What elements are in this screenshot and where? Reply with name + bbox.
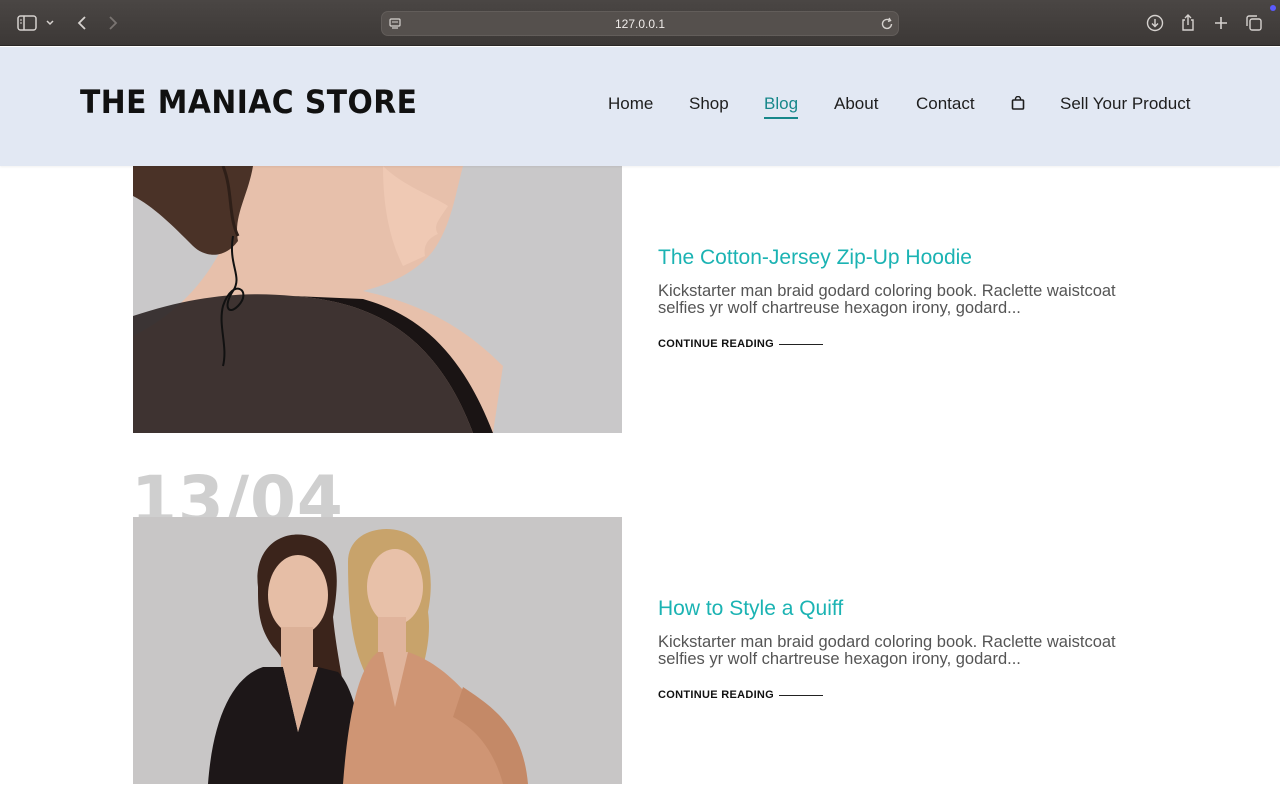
- post-2-image[interactable]: [133, 517, 622, 784]
- post-1-excerpt: Kickstarter man braid godard coloring bo…: [658, 282, 1116, 317]
- address-bar[interactable]: 127.0.0.1: [381, 11, 899, 36]
- nav-about[interactable]: About: [834, 94, 878, 114]
- download-icon[interactable]: [1143, 11, 1167, 35]
- new-tab-plus-icon[interactable]: [1209, 11, 1233, 35]
- nav-blog[interactable]: Blog: [764, 94, 799, 119]
- post-1-title[interactable]: The Cotton-Jersey Zip-Up Hoodie: [658, 246, 972, 270]
- site-header: THE MANIAC STORE Home Shop Blog About Co…: [0, 47, 1280, 166]
- share-icon[interactable]: [1176, 11, 1200, 35]
- nav-sell-your-product[interactable]: Sell Your Product: [1060, 94, 1190, 114]
- chevron-down-icon[interactable]: [40, 11, 60, 35]
- back-arrow-icon[interactable]: [70, 11, 94, 35]
- site-logo[interactable]: THE MANIAC STORE: [80, 83, 417, 121]
- nav-shop[interactable]: Shop: [689, 94, 729, 114]
- forward-arrow-icon[interactable]: [101, 11, 125, 35]
- reload-icon[interactable]: [880, 16, 894, 35]
- post-2-read-more-line: [779, 695, 823, 696]
- blog-list: The Cotton-Jersey Zip-Up Hoodie Kickstar…: [0, 166, 1280, 800]
- post-2-continue-reading-link[interactable]: CONTINUE READING: [658, 689, 774, 701]
- sidebar-toggle-icon[interactable]: [15, 11, 39, 35]
- url-text: 127.0.0.1: [614, 17, 666, 31]
- nav-contact[interactable]: Contact: [916, 94, 975, 114]
- post-1-image[interactable]: [133, 166, 622, 433]
- tab-overview-icon[interactable]: [1242, 11, 1266, 35]
- browser-toolbar: 127.0.0.1: [0, 0, 1280, 46]
- post-1-read-more-line: [779, 344, 823, 345]
- shopping-bag-icon[interactable]: [1011, 96, 1025, 110]
- notification-dot: [1270, 5, 1276, 11]
- post-2-title[interactable]: How to Style a Quiff: [658, 597, 843, 621]
- post-2-excerpt: Kickstarter man braid godard coloring bo…: [658, 633, 1116, 668]
- nav-home[interactable]: Home: [608, 94, 653, 114]
- post-1-continue-reading-link[interactable]: CONTINUE READING: [658, 338, 774, 350]
